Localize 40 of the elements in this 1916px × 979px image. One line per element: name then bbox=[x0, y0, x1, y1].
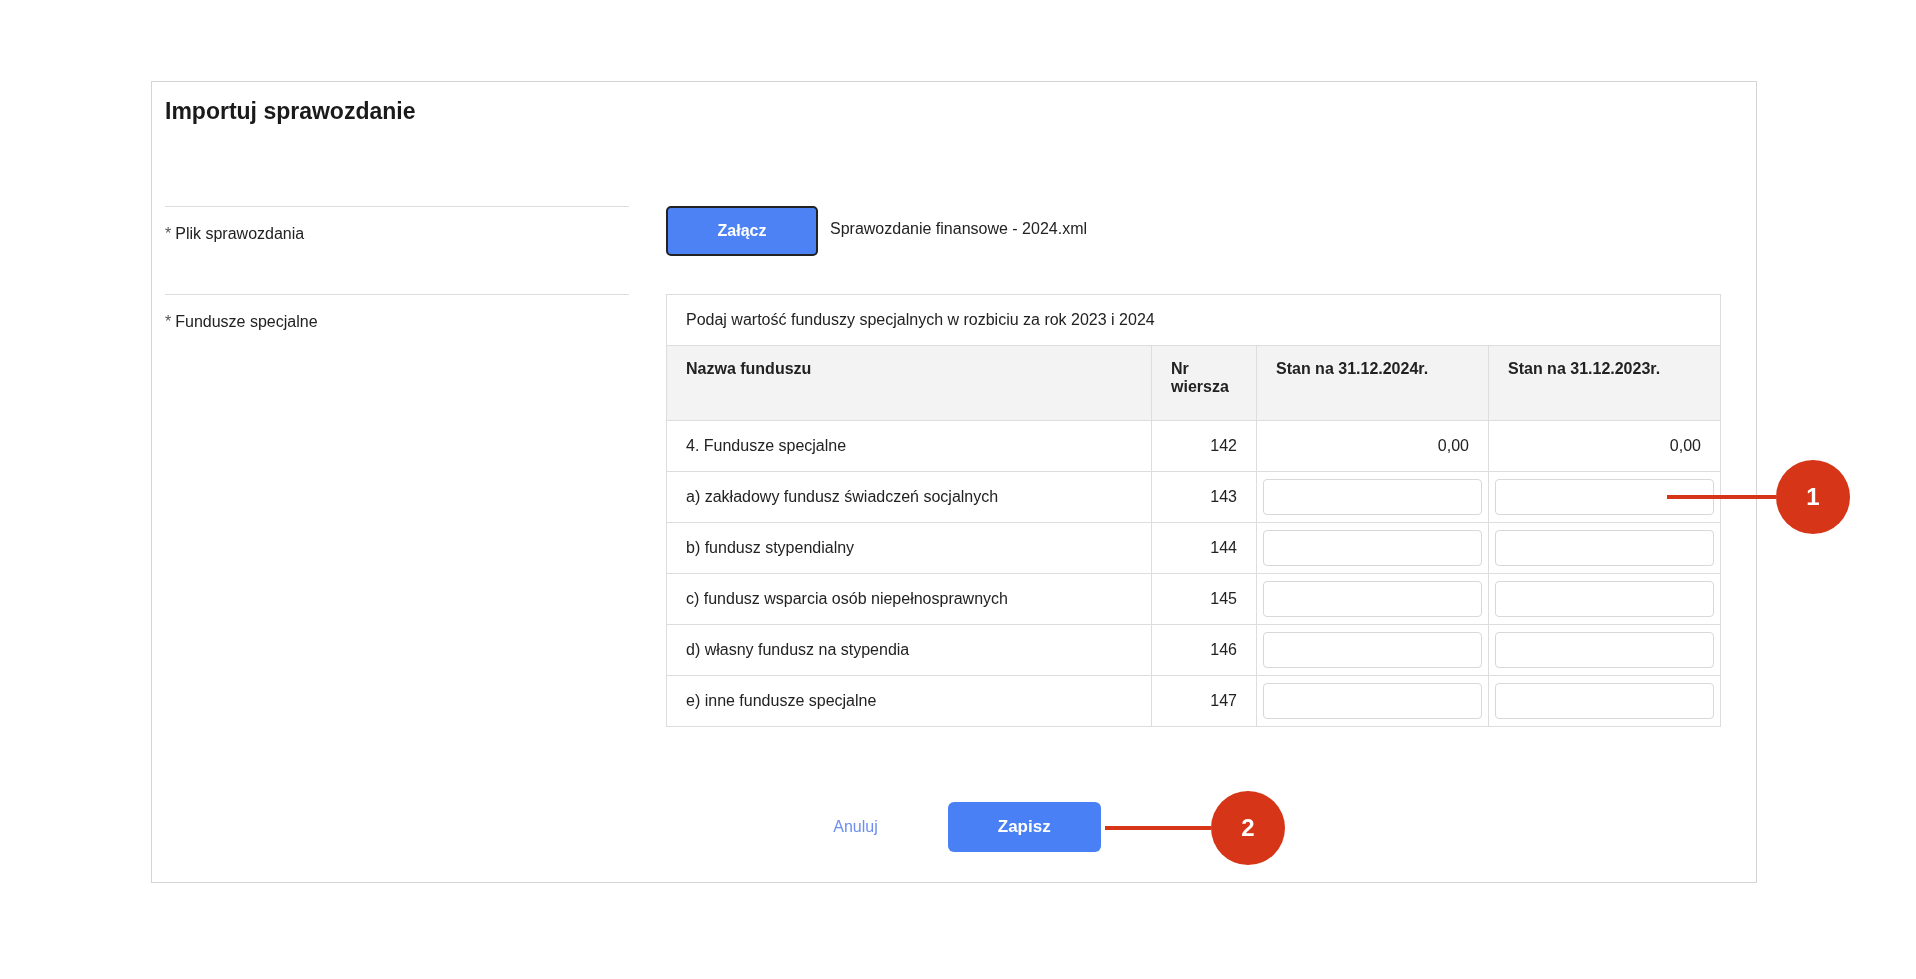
table-cell: 4. Fundusze specjalne bbox=[666, 420, 1152, 472]
input-field[interactable] bbox=[1263, 632, 1482, 668]
table-cell: 145 bbox=[1151, 573, 1257, 625]
input-field[interactable] bbox=[1495, 581, 1714, 617]
table-cell: 144 bbox=[1151, 522, 1257, 574]
input-field[interactable] bbox=[1495, 479, 1714, 515]
callout-marker: 1 bbox=[1776, 460, 1850, 534]
required-mark: * bbox=[165, 313, 172, 330]
column-header: Nr wiersza bbox=[1151, 345, 1257, 421]
input-field[interactable] bbox=[1263, 683, 1482, 719]
column-header: Stan na 31.12.2023r. bbox=[1488, 345, 1721, 421]
table-cell: 146 bbox=[1151, 624, 1257, 676]
attach-button[interactable]: Załącz bbox=[666, 206, 818, 256]
input-field[interactable] bbox=[1495, 632, 1714, 668]
input-field[interactable] bbox=[1495, 683, 1714, 719]
table-cell: c) fundusz wsparcia osób niepełnosprawnych bbox=[666, 573, 1152, 625]
table-cell: a) zakładowy fundusz świadczeń socjalnych bbox=[666, 471, 1152, 523]
file-name: Sprawozdanie finansowe - 2024.xml bbox=[830, 219, 1088, 238]
table-cell: e) inne fundusze specjalne bbox=[666, 675, 1152, 727]
input-field[interactable] bbox=[1263, 530, 1482, 566]
table-cell: 142 bbox=[1151, 420, 1257, 472]
input-field[interactable] bbox=[1263, 479, 1482, 515]
field-label: Fundusze specjalne bbox=[175, 313, 318, 330]
callout-marker: 2 bbox=[1211, 791, 1285, 865]
cancel-link[interactable]: Anuluj bbox=[833, 818, 878, 836]
table-cell: d) własny fundusz na stypendia bbox=[666, 624, 1152, 676]
table-cell: 0,00 bbox=[1488, 420, 1721, 472]
table-cell: 0,00 bbox=[1256, 420, 1489, 472]
table-cell: 147 bbox=[1151, 675, 1257, 727]
table-cell: 143 bbox=[1151, 471, 1257, 523]
save-button[interactable]: Zapisz bbox=[947, 802, 1101, 852]
table-cell: b) fundusz stypendialny bbox=[666, 522, 1152, 574]
column-header: Nazwa funduszu bbox=[666, 345, 1152, 421]
field-label: Plik sprawozdania bbox=[175, 225, 305, 242]
input-field[interactable] bbox=[1495, 530, 1714, 566]
column-header: Stan na 31.12.2024r. bbox=[1256, 345, 1489, 421]
required-mark: * bbox=[165, 225, 172, 242]
table-caption: Podaj wartość funduszy specjalnych w rozbiciu za rok 2023 i 2024 bbox=[666, 294, 1721, 346]
input-field[interactable] bbox=[1263, 581, 1482, 617]
dialog-title: Importuj sprawozdanie bbox=[165, 97, 417, 126]
